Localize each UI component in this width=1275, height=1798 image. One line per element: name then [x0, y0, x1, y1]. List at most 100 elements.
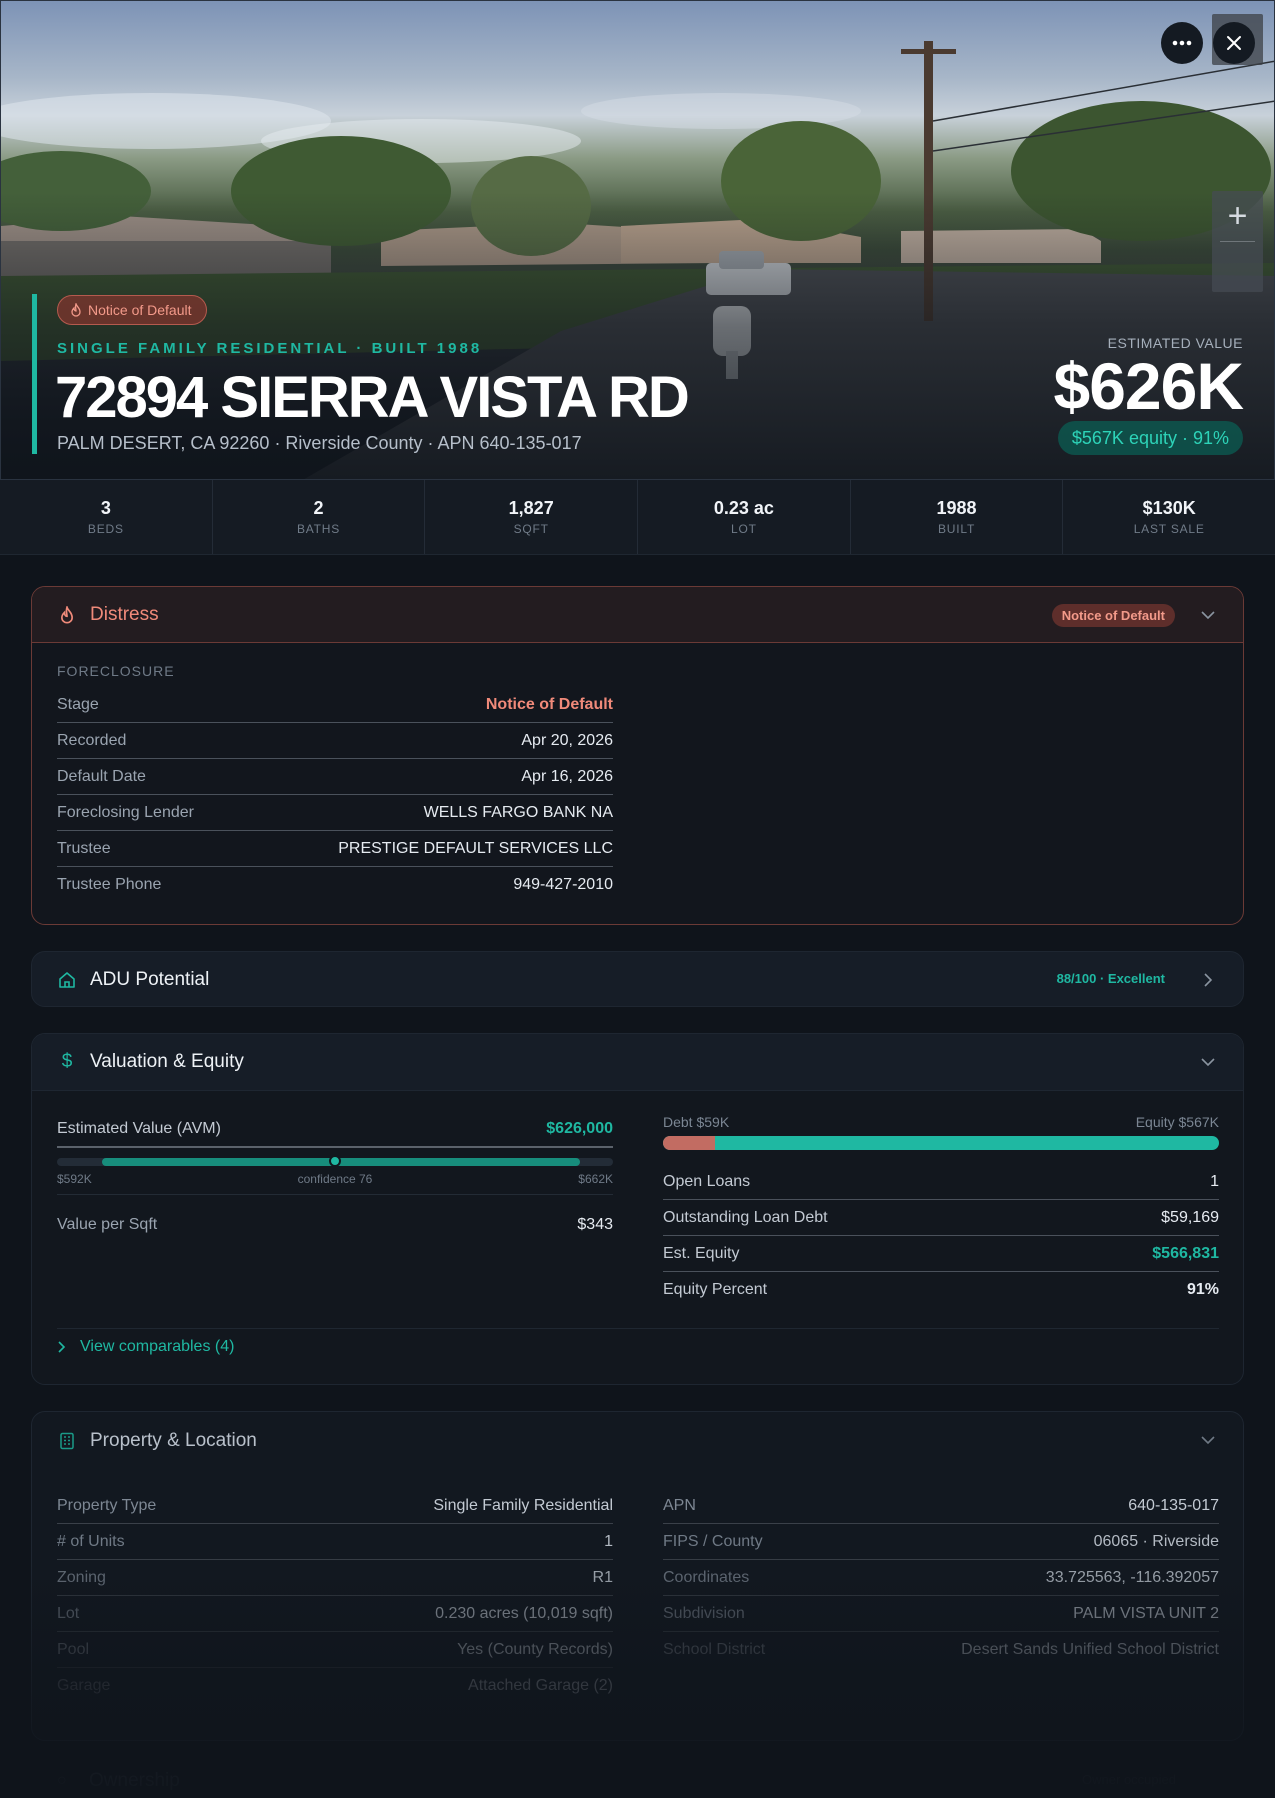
- plus-icon: +: [1227, 196, 1248, 235]
- estimated-value: $626K: [1053, 349, 1244, 423]
- view-comparables-label: View comparables (4): [80, 1338, 235, 1355]
- chevron-down-icon[interactable]: [1199, 606, 1217, 624]
- person-icon: ○: [57, 1772, 67, 1789]
- avm-range-marker: [329, 1155, 341, 1167]
- stat-label: LOT: [730, 522, 757, 536]
- stat-value: 3: [100, 498, 111, 518]
- zoning-row: Zoning R1: [57, 1560, 613, 1596]
- row-value: 640-135-017: [1128, 1496, 1219, 1514]
- row-key: Trustee: [57, 839, 111, 857]
- row-key: Pool: [57, 1640, 90, 1658]
- foreclosure-row-trustee: Trustee PRESTIGE DEFAULT SERVICES LLC: [57, 831, 613, 867]
- hero-accent-bar: [32, 294, 37, 454]
- loan-debt-row: Outstanding Loan Debt $59,169: [663, 1200, 1219, 1236]
- distress-header[interactable]: Distress Notice of Default: [32, 587, 1243, 643]
- chevron-down-icon[interactable]: [1199, 1053, 1217, 1071]
- open-loans-row: Open Loans 1: [663, 1164, 1219, 1200]
- pool-row: Pool Yes (County Records): [57, 1632, 613, 1668]
- dollar-icon: $: [61, 1051, 73, 1072]
- value-per-sqft: $343: [577, 1216, 613, 1233]
- stat-label: BEDS: [87, 522, 124, 536]
- fips-row: FIPS / County 06065 · Riverside: [663, 1524, 1219, 1560]
- flame-icon: [58, 605, 76, 624]
- property-address: 72894 SIERRA VISTA RD: [55, 365, 690, 430]
- close-button[interactable]: [1213, 22, 1255, 64]
- row-value[interactable]: 949-427-2010: [513, 876, 613, 894]
- valuation-title: Valuation & Equity: [90, 1051, 244, 1072]
- debt-equity-bar: [663, 1136, 1219, 1150]
- adu-header[interactable]: ADU Potential 88/100 · Excellent: [32, 952, 1243, 1006]
- close-icon: [1227, 36, 1241, 50]
- valuation-equity-card: $ Valuation & Equity Estimated Value (AV…: [31, 1033, 1244, 1385]
- row-key: Open Loans: [663, 1172, 751, 1190]
- range-high: $662K: [578, 1172, 613, 1186]
- loan-list: Open Loans 1 Outstanding Loan Debt $59,1…: [663, 1164, 1219, 1308]
- equity-pill: $567K equity · 91%: [1057, 421, 1243, 455]
- row-key: Equity Percent: [663, 1281, 768, 1298]
- property-left-column: Property Type Single Family Residential …: [57, 1488, 613, 1704]
- stat-built: 1988 BUILT: [851, 480, 1064, 554]
- equity-percent-row: Equity Percent 91%: [663, 1272, 1219, 1308]
- row-key: Outstanding Loan Debt: [663, 1208, 828, 1226]
- more-horizontal-icon: [1172, 40, 1192, 46]
- view-comparables-link[interactable]: View comparables (4): [58, 1338, 234, 1356]
- value-per-sqft-label: Value per Sqft: [57, 1216, 158, 1233]
- property-location-card: Property & Location Property Type Single…: [31, 1411, 1244, 1741]
- row-value: Attached Garage (2): [468, 1677, 613, 1694]
- stat-label: LAST SALE: [1133, 522, 1205, 536]
- row-key: Property Type: [57, 1496, 157, 1514]
- units-row: # of Units 1: [57, 1524, 613, 1560]
- valuation-header[interactable]: $ Valuation & Equity: [32, 1034, 1243, 1091]
- status-badge: Notice of Default: [57, 295, 207, 325]
- zoom-in-button[interactable]: +: [1212, 191, 1263, 241]
- row-value: Yes (County Records): [457, 1640, 613, 1658]
- row-value: 33.725563, -116.392057: [1045, 1568, 1219, 1586]
- stat-value: 1,827: [508, 498, 554, 518]
- subdivision-row: Subdivision PALM VISTA UNIT 2: [663, 1596, 1219, 1632]
- row-value: Apr 16, 2026: [521, 767, 613, 785]
- row-value: 0.230 acres (10,019 sqft): [435, 1604, 613, 1622]
- hero-street-view: + Notice of Default SINGLE FAMILY RESIDE…: [0, 0, 1275, 480]
- avm-range-labels: $592K confidence 76 $662K: [57, 1172, 613, 1188]
- row-value: 91%: [1186, 1281, 1219, 1298]
- avm-row: Estimated Value (AVM) $626,000: [57, 1112, 613, 1148]
- row-key: Recorded: [57, 731, 127, 749]
- row-value: Single Family Residential: [433, 1496, 613, 1514]
- valuation-left-column: Estimated Value (AVM) $626,000 $592K con…: [57, 1112, 613, 1243]
- more-options-button[interactable]: [1161, 22, 1203, 64]
- row-key: Coordinates: [663, 1568, 750, 1586]
- row-value: Apr 20, 2026: [521, 731, 613, 749]
- row-key: School District: [663, 1641, 766, 1658]
- stat-value: $130K: [1142, 498, 1196, 518]
- divider: [57, 1328, 1219, 1329]
- stat-beds: 3 BEDS: [0, 480, 213, 554]
- row-value: Desert Sands Unified School District: [961, 1641, 1219, 1658]
- foreclosure-section: FORECLOSURE Stage Notice of Default Reco…: [57, 663, 613, 903]
- distress-card: Distress Notice of Default FORECLOSURE S…: [31, 586, 1244, 925]
- chevron-right-icon: [58, 1341, 66, 1353]
- adu-potential-card[interactable]: ADU Potential 88/100 · Excellent: [31, 951, 1244, 1007]
- property-subline: PALM DESERT, CA 92260 · Riverside County…: [57, 433, 582, 453]
- valuation-right-column: Debt $59K Equity $567K Open Loans 1 Outs…: [663, 1112, 1219, 1308]
- distress-badge: Notice of Default: [1051, 604, 1175, 627]
- row-key: Garage: [57, 1677, 111, 1694]
- avm-value: $626,000: [546, 1120, 613, 1137]
- stat-value: 1988: [936, 498, 977, 518]
- ownership-card[interactable]: ○ Ownership Owner occupied: [31, 1762, 1244, 1798]
- garage-row: Garage Attached Garage (2): [57, 1668, 613, 1704]
- chevron-down-icon[interactable]: [1199, 1431, 1217, 1449]
- home-icon: [58, 971, 76, 989]
- stat-value: 2: [313, 498, 324, 518]
- property-header[interactable]: Property & Location: [32, 1412, 1243, 1469]
- property-type-row: Property Type Single Family Residential: [57, 1488, 613, 1524]
- divider: [57, 1194, 613, 1195]
- coordinates-row: Coordinates 33.725563, -116.392057: [663, 1560, 1219, 1596]
- chevron-right-icon[interactable]: [1199, 971, 1217, 989]
- row-value: $59,169: [1161, 1208, 1219, 1226]
- row-key: Zoning: [57, 1568, 106, 1586]
- row-value: PALM VISTA UNIT 2: [1073, 1604, 1219, 1622]
- row-value: 06065 · Riverside: [1093, 1532, 1219, 1550]
- foreclosure-row-recorded: Recorded Apr 20, 2026: [57, 723, 613, 759]
- stat-label: BATHS: [296, 522, 341, 536]
- status-badge-label: Notice of Default: [88, 302, 192, 318]
